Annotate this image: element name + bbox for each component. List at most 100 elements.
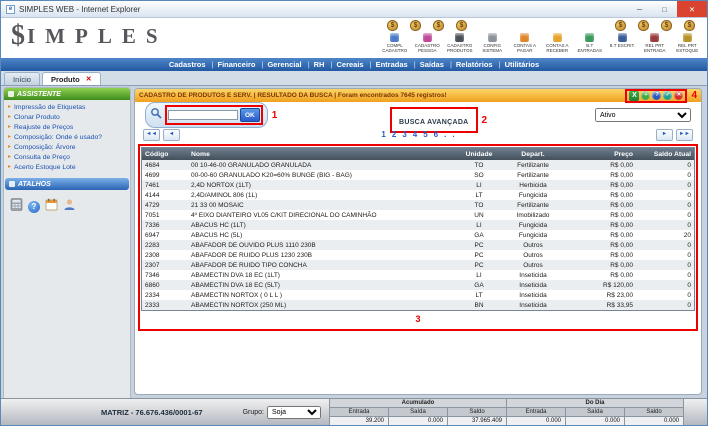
- minimize-button[interactable]: ─: [627, 1, 652, 17]
- menu-item[interactable]: Cadastros: [163, 58, 212, 71]
- menu-item[interactable]: RH: [308, 58, 331, 71]
- money-bag-icon[interactable]: $: [387, 20, 398, 31]
- table-row[interactable]: 4144 2,4D/AMINOL 806 (1L) LT Fungicida R…: [142, 190, 694, 200]
- status-filter-select[interactable]: Ativo: [595, 108, 691, 122]
- sidebar-item[interactable]: ▸ Composição: Onde é usado?: [4, 132, 130, 142]
- assistente-header: ASSISTENTE: [4, 88, 130, 100]
- money-bag-icon[interactable]: $: [410, 20, 421, 31]
- money-bag-icon[interactable]: $: [661, 20, 672, 31]
- confirm-icon[interactable]: ✓: [663, 91, 672, 100]
- pagination-next-button[interactable]: ►: [656, 129, 673, 141]
- sidebar-item[interactable]: ▸ Consulta de Preço: [4, 152, 130, 162]
- money-bag-icon[interactable]: $: [638, 20, 649, 31]
- column-header[interactable]: Unidade: [456, 148, 502, 160]
- user-icon[interactable]: [63, 198, 76, 216]
- menu-item[interactable]: Gerencial: [261, 58, 307, 71]
- pagination-page[interactable]: 2: [392, 128, 396, 142]
- table-row[interactable]: 2308 ABAFADOR DE RUIDO PLUS 1230 230B PC…: [142, 250, 694, 260]
- menu-item[interactable]: Saídas: [414, 58, 450, 71]
- cell-depart: Inseticida: [502, 300, 564, 310]
- toolbar-icons-row: $ $ $ $ $ $ $ $: [379, 20, 703, 32]
- tab-produto[interactable]: Produto ✕: [42, 72, 101, 85]
- toolbar-button[interactable]: CADASTRO PESSOA: [412, 33, 444, 54]
- cell-saldo: 0: [636, 190, 694, 200]
- pagination-page[interactable]: 6: [434, 128, 438, 142]
- toolbar-button[interactable]: CADASTRO PRODUTOS: [444, 33, 476, 54]
- advanced-search-link[interactable]: BUSCA AVANÇADA: [399, 119, 469, 126]
- toolbar-button[interactable]: CONTAS A RECEBER: [542, 33, 574, 54]
- close-button[interactable]: ✕: [677, 1, 707, 17]
- cell-preco: R$ 0,00: [564, 260, 636, 270]
- toolbar-button[interactable]: COMPL CADASTRO PESSOA: [379, 33, 411, 54]
- menu-item[interactable]: Financeiro: [212, 58, 262, 71]
- table-row[interactable]: 4729 21 33 00 MOSAIC TO Fertilizante R$ …: [142, 200, 694, 210]
- toolbar-button[interactable]: B.T ESCRIT.: [607, 33, 639, 54]
- pagination-last-button[interactable]: ►►: [676, 129, 693, 141]
- body-area: ASSISTENTE ▸ Impressão de Etiquetas ▸ Cl…: [1, 86, 707, 398]
- pagination-page[interactable]: .: [452, 128, 454, 142]
- add-icon[interactable]: +: [641, 91, 650, 100]
- pagination-page[interactable]: 4: [413, 128, 417, 142]
- sidebar-item[interactable]: ▸ Acerto Estoque Lote: [4, 162, 130, 172]
- menu-item[interactable]: Entradas: [370, 58, 414, 71]
- toolbar-button-label: COMPL CADASTRO PESSOA: [379, 43, 411, 54]
- maximize-button[interactable]: □: [652, 1, 677, 17]
- money-bag-icon[interactable]: $: [615, 20, 626, 31]
- ok-button[interactable]: OK: [240, 108, 260, 122]
- toolbar-button[interactable]: REL PRT ENTRADA: [639, 33, 671, 54]
- menu-item[interactable]: Relatórios: [450, 58, 499, 71]
- column-header[interactable]: Nome: [188, 148, 456, 160]
- pagination-page[interactable]: .: [444, 128, 446, 142]
- cell-depart: Fungicida: [502, 220, 564, 230]
- table-row[interactable]: 2307 ABAFADOR DE RUIDO TIPO CONCHA PC Ou…: [142, 260, 694, 270]
- toolbar-button[interactable]: B.T ENTRADAS: [574, 33, 606, 54]
- table-row[interactable]: 7346 ABAMECTIN DVA 18 EC (1LT) LI Inseti…: [142, 270, 694, 280]
- table-row[interactable]: 2334 ABAMECTIN NORTOX ( 0 L L ) LT Inset…: [142, 290, 694, 300]
- calendar-icon[interactable]: [45, 198, 58, 216]
- pagination-first-button[interactable]: ◄◄: [143, 129, 160, 141]
- sidebar-item[interactable]: ▸ Clonar Produto: [4, 112, 130, 122]
- table-row[interactable]: 7461 2,4D NORTOX (1LT) LI Herbicida R$ 0…: [142, 180, 694, 190]
- search-icon[interactable]: [150, 106, 162, 124]
- pagination-page[interactable]: 1: [381, 128, 385, 142]
- info-icon[interactable]: ?: [652, 91, 661, 100]
- table-row[interactable]: 4684 00 10-46-00 GRANULADO GRANULADA TO …: [142, 160, 694, 170]
- toolbar-button-label: REL PRT ESTOQUE: [672, 43, 704, 54]
- arrow-bullet-icon: ▸: [8, 104, 11, 111]
- table-row[interactable]: 2283 ABAFADOR DE OUVIDO PLUS 1110 230B P…: [142, 240, 694, 250]
- cell-nome: ABAFADOR DE RUIDO PLUS 1230 230B: [188, 250, 456, 260]
- pagination-prev-button[interactable]: ◄: [163, 129, 180, 141]
- app-header: $IMPLES $$$$ $$$$ COMPL CADASTRO PESSOA: [1, 18, 707, 58]
- table-row[interactable]: 6947 ABACUS HC (5L) GA Fungicida R$ 0,00…: [142, 230, 694, 240]
- toolbar-button[interactable]: CONTAS A PAGAR: [509, 33, 541, 54]
- search-input[interactable]: [168, 110, 238, 120]
- help-icon[interactable]: ?: [28, 201, 40, 213]
- column-header[interactable]: Saldo Atual: [636, 148, 694, 160]
- money-bag-icon[interactable]: $: [456, 20, 467, 31]
- sidebar-item[interactable]: ▸ Composição: Árvore: [4, 142, 130, 152]
- sidebar-item[interactable]: ▸ Impressão de Etiquetas: [4, 102, 130, 112]
- pagination-page[interactable]: 3: [402, 128, 406, 142]
- table-row[interactable]: 2333 ABAMECTIN NORTOX (250 ML) BN Inseti…: [142, 300, 694, 310]
- tab-inicio[interactable]: Início: [4, 72, 40, 85]
- table-row[interactable]: 7336 ABACUS HC (1LT) LI Fungicida R$ 0,0…: [142, 220, 694, 230]
- close-panel-icon[interactable]: ✕: [674, 91, 683, 100]
- column-header[interactable]: Preço: [564, 148, 636, 160]
- menu-item[interactable]: Cereais: [330, 58, 369, 71]
- table-row[interactable]: 7051 4º EIXO DIANTEIRO VL05 C/KIT DIRECI…: [142, 210, 694, 220]
- sidebar-item[interactable]: ▸ Reajuste de Preços: [4, 122, 130, 132]
- column-header[interactable]: Código: [142, 148, 188, 160]
- grupo-select[interactable]: Soja: [267, 406, 321, 419]
- money-bag-icon[interactable]: $: [433, 20, 444, 31]
- table-row[interactable]: 6860 ABAMECTIN DVA 18 EC (5LT) GA Inseti…: [142, 280, 694, 290]
- pagination-page[interactable]: 5: [423, 128, 427, 142]
- export-excel-icon[interactable]: X: [629, 91, 639, 101]
- toolbar-button[interactable]: REL PRT ESTOQUE: [672, 33, 704, 54]
- calculator-icon[interactable]: [10, 198, 23, 216]
- menu-item[interactable]: Utilitários: [499, 58, 546, 71]
- column-header[interactable]: Depart.: [502, 148, 564, 160]
- toolbar-button[interactable]: CONFIG SISTEMA: [477, 33, 509, 54]
- table-row[interactable]: 4699 00-00-60 GRANULADO K20=60% BUNGE (B…: [142, 170, 694, 180]
- money-bag-icon[interactable]: $: [684, 20, 695, 31]
- tab-close-icon[interactable]: ✕: [86, 75, 92, 83]
